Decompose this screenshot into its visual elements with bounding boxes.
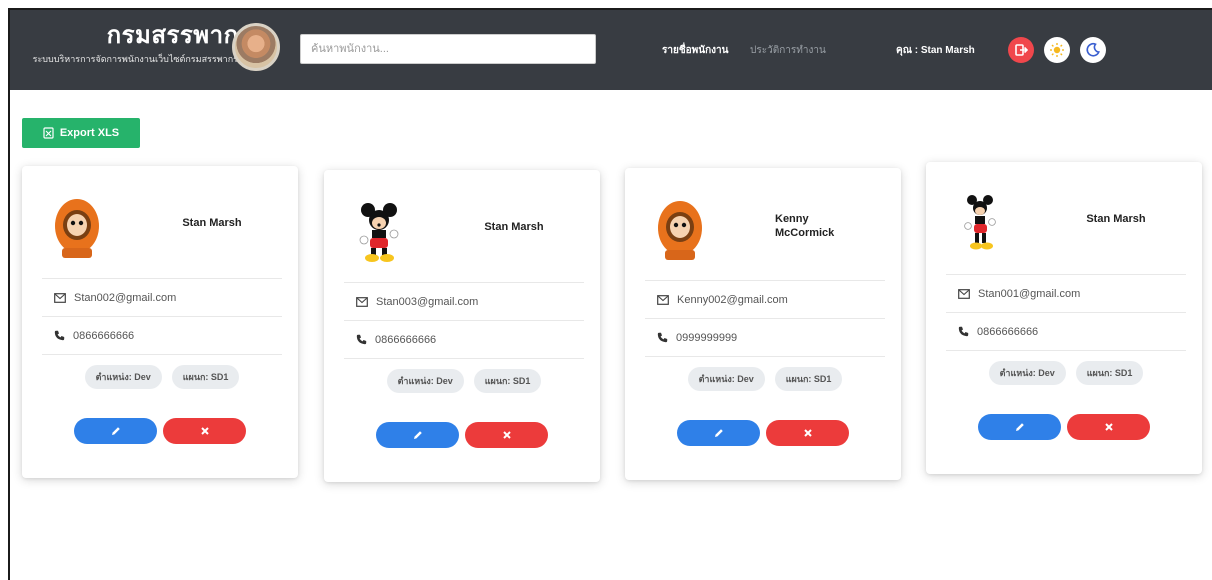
tags-row: ตำแหน่ง: Dev แผนก: SD1: [946, 350, 1186, 394]
employee-name: Stan Marsh: [1086, 213, 1146, 225]
department-badge: แผนก: SD1: [171, 364, 240, 389]
spreadsheet-icon: [43, 127, 54, 139]
employee-name: Stan Marsh: [484, 221, 544, 233]
brand[interactable]: กรมสรรพากร ระบบบริหารการจัดการพนักงานเว็…: [28, 22, 252, 74]
card-actions: [376, 422, 548, 448]
tags-row: ตำแหน่ง: Dev แผนก: SD1: [645, 356, 885, 400]
department-badge: แผนก: SD1: [473, 368, 542, 393]
position-badge: ตำแหน่ง: Dev: [84, 364, 162, 389]
close-icon: [1104, 423, 1113, 431]
department-badge: แผนก: SD1: [1075, 360, 1144, 385]
mickey-avatar: [359, 203, 399, 262]
logout-button[interactable]: [1008, 37, 1034, 63]
email-row: Stan002@gmail.com: [42, 278, 282, 316]
brand-subtitle: ระบบบริหารการจัดการพนักงานเว็บไซต์กรมสรร…: [32, 54, 238, 64]
card-header: Stan Marsh: [22, 166, 298, 278]
card-header: Stan Marsh: [324, 170, 600, 282]
top-navbar: กรมสรรพากร ระบบบริหารการจัดการพนักงานเว็…: [10, 10, 1212, 90]
envelope-icon: [657, 294, 669, 305]
card-actions: [677, 420, 849, 446]
department-badge: แผนก: SD1: [774, 366, 843, 391]
position-badge: ตำแหน่ง: Dev: [988, 360, 1066, 385]
email-row: Stan003@gmail.com: [344, 282, 584, 320]
tags-row: ตำแหน่ง: Dev แผนก: SD1: [42, 354, 282, 398]
email-row: Kenny002@gmail.com: [645, 280, 885, 318]
phone-row: 0999999999: [645, 318, 885, 356]
employee-card: Stan Marsh Stan002@gmail.com 0866666666 …: [22, 166, 298, 478]
sun-icon: [1050, 43, 1064, 57]
employee-email[interactable]: Kenny002@gmail.com: [677, 294, 788, 306]
pencil-icon: [714, 429, 723, 437]
dark-mode-button[interactable]: [1080, 37, 1106, 63]
department-logo-icon: [232, 23, 280, 71]
employee-card: Kenny McCormick Kenny002@gmail.com 09999…: [625, 168, 901, 480]
edit-button[interactable]: [978, 414, 1061, 440]
delete-button[interactable]: [163, 418, 246, 444]
position-badge: ตำแหน่ง: Dev: [386, 368, 464, 393]
employee-email[interactable]: Stan002@gmail.com: [74, 292, 176, 304]
tags-row: ตำแหน่ง: Dev แผนก: SD1: [344, 358, 584, 402]
employee-email[interactable]: Stan001@gmail.com: [978, 288, 1080, 300]
search-input[interactable]: [300, 34, 596, 64]
pencil-icon: [111, 427, 120, 435]
card-header: Kenny McCormick: [625, 168, 901, 280]
phone-row: 0866666666: [344, 320, 584, 358]
delete-button[interactable]: [766, 420, 849, 446]
logout-icon: [1015, 44, 1028, 56]
close-icon: [502, 431, 511, 439]
export-label: Export XLS: [59, 127, 120, 139]
light-mode-button[interactable]: [1044, 37, 1070, 63]
edit-button[interactable]: [376, 422, 459, 448]
app-window: กรมสรรพากร ระบบบริหารการจัดการพนักงานเว็…: [8, 8, 1212, 580]
mickey-avatar: [964, 195, 996, 250]
close-icon: [200, 427, 209, 435]
current-user-label: คุณ : Stan Marsh: [896, 45, 975, 56]
pencil-icon: [413, 431, 422, 439]
employee-name: Kenny McCormick: [775, 213, 835, 239]
phone-row: 0866666666: [42, 316, 282, 354]
card-actions: [978, 414, 1150, 440]
nav-employees-link[interactable]: รายชื่อพนักงาน: [662, 43, 728, 58]
pencil-icon: [1015, 423, 1024, 431]
card-actions: [74, 418, 246, 444]
position-badge: ตำแหน่ง: Dev: [687, 366, 765, 391]
brand-title: กรมสรรพากร: [106, 22, 252, 49]
export-xls-button[interactable]: Export XLS: [22, 118, 140, 148]
nav-history-link[interactable]: ประวัติการทำงาน: [750, 43, 826, 58]
envelope-icon: [958, 288, 970, 299]
phone-icon: [657, 332, 668, 343]
phone-icon: [958, 326, 969, 337]
close-icon: [803, 429, 812, 437]
employee-phone: 0866666666: [977, 325, 1039, 338]
employee-phone: 0866666666: [73, 329, 135, 342]
employee-phone: 0999999999: [676, 331, 738, 344]
envelope-icon: [54, 292, 66, 303]
card-header: Stan Marsh: [926, 162, 1202, 274]
employee-card: Stan Marsh Stan003@gmail.com 0866666666 …: [324, 170, 600, 482]
delete-button[interactable]: [1067, 414, 1150, 440]
employee-card: Stan Marsh Stan001@gmail.com 0866666666 …: [926, 162, 1202, 474]
phone-icon: [356, 334, 367, 345]
email-row: Stan001@gmail.com: [946, 274, 1186, 312]
employee-phone: 0866666666: [375, 333, 437, 346]
edit-button[interactable]: [74, 418, 157, 444]
kenny-avatar: [55, 199, 99, 258]
employee-name: Stan Marsh: [182, 217, 242, 229]
delete-button[interactable]: [465, 422, 548, 448]
moon-icon: [1086, 42, 1100, 57]
envelope-icon: [356, 296, 368, 307]
kenny-avatar: [658, 201, 702, 260]
edit-button[interactable]: [677, 420, 760, 446]
phone-icon: [54, 330, 65, 341]
phone-row: 0866666666: [946, 312, 1186, 350]
employee-email[interactable]: Stan003@gmail.com: [376, 296, 478, 308]
